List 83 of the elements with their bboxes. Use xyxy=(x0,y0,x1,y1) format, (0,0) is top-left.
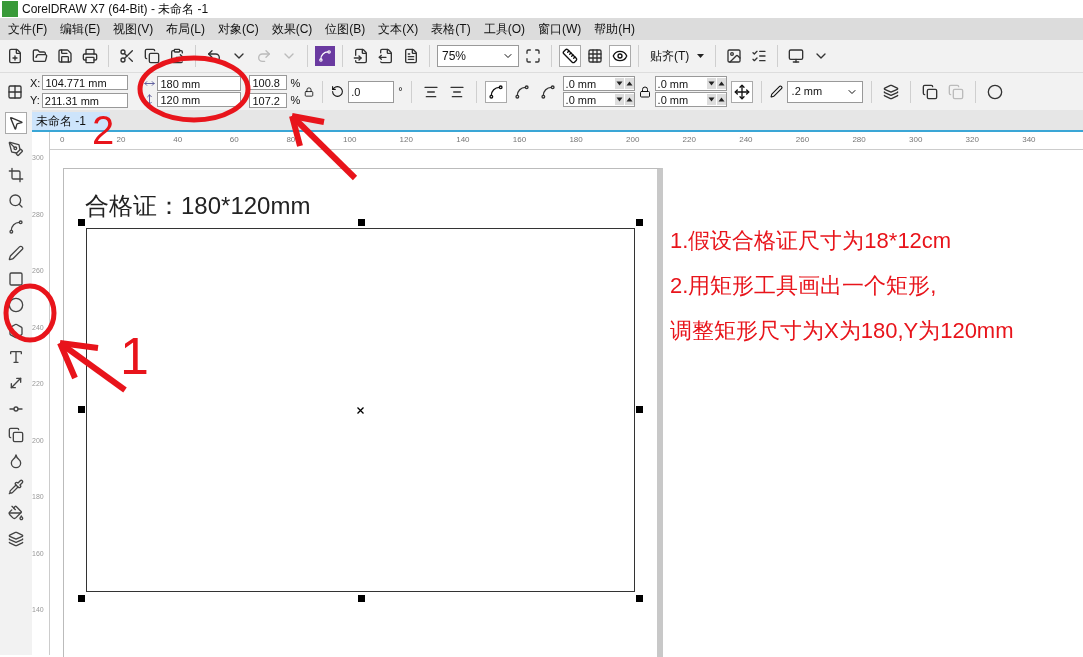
rotate-icon xyxy=(331,85,345,98)
width-field[interactable]: 180 mm xyxy=(157,76,242,91)
ruler-label: 60 xyxy=(229,134,239,146)
app-launcher-icon[interactable] xyxy=(315,46,335,66)
menu-item[interactable]: 窗口(W) xyxy=(538,20,582,38)
pointer-icon[interactable] xyxy=(5,112,27,134)
selection-handle[interactable] xyxy=(78,595,85,602)
y-label: Y: xyxy=(30,93,40,108)
outline-pen-icon xyxy=(769,85,783,98)
guidelines-icon[interactable] xyxy=(609,45,631,67)
x-label: X: xyxy=(30,75,41,91)
annotation-marker: 1 xyxy=(120,330,149,382)
ruler-label: 20 xyxy=(116,134,126,146)
y-position-field[interactable]: 211.31 mm xyxy=(41,92,128,108)
selection-handle[interactable] xyxy=(78,219,85,226)
annotation-note: 调整矩形尺寸为X为180,Y为120mm xyxy=(670,317,1014,345)
selection-handle[interactable] xyxy=(636,219,643,226)
spin-field[interactable]: .0 mm xyxy=(654,76,727,91)
page-caption: 合格证：180*120mm xyxy=(85,191,311,221)
menu-item[interactable]: 效果(C) xyxy=(271,20,313,38)
ruler-icon[interactable] xyxy=(559,45,581,67)
menu-item[interactable]: 表格(T) xyxy=(431,20,471,38)
scale-corners-icon[interactable] xyxy=(730,80,753,103)
spin-field[interactable]: .0 mm xyxy=(562,76,635,91)
width-icon xyxy=(144,78,156,89)
annotation-note: 1.假设合格证尺寸为18*12cm xyxy=(670,227,953,255)
spin-down-icon[interactable] xyxy=(614,94,624,105)
round-corner-icon[interactable] xyxy=(484,80,507,103)
lock-icon[interactable] xyxy=(304,86,315,97)
selection-handle[interactable] xyxy=(636,595,643,602)
selection-handle[interactable] xyxy=(78,406,85,413)
ruler-label: 80 xyxy=(286,134,296,146)
percent-label: % xyxy=(290,75,301,91)
annotation-note: 2.用矩形工具画出一个矩形, xyxy=(670,272,938,300)
menu-item[interactable]: 视图(V) xyxy=(113,20,154,38)
spin-down-icon[interactable] xyxy=(706,94,716,105)
window-title: CorelDRAW X7 (64-Bit) - 未命名 -1 xyxy=(22,1,209,18)
ruler-label: 100 xyxy=(343,134,357,146)
selection-handle[interactable] xyxy=(636,406,643,413)
ruler-label: 140 xyxy=(456,134,470,146)
scale-y-field[interactable]: 107.2 xyxy=(249,92,288,108)
ruler-label: 300 xyxy=(909,134,923,146)
selection-handle[interactable] xyxy=(358,219,365,226)
menu-item[interactable]: 文件(F) xyxy=(8,20,48,38)
ruler-label: 0 xyxy=(60,134,65,146)
app-logo-icon xyxy=(2,1,18,17)
ruler-label: 280 xyxy=(852,134,866,146)
ruler-label: 220 xyxy=(682,134,696,146)
spin-down-icon[interactable] xyxy=(614,78,624,89)
annotation-arrow xyxy=(289,113,358,181)
spin-field[interactable]: .0 mm xyxy=(562,92,635,107)
rotation-field[interactable]: .0 xyxy=(348,80,395,103)
selection-handle[interactable] xyxy=(358,595,365,602)
percent-label: % xyxy=(290,93,301,108)
degree-label: ° xyxy=(398,84,403,100)
menu-item[interactable]: 帮助(H) xyxy=(594,20,635,38)
spin-field[interactable]: .0 mm xyxy=(654,92,727,107)
menu-item[interactable]: 工具(O) xyxy=(483,20,525,38)
lock-icon[interactable] xyxy=(638,85,651,98)
menu-item[interactable]: 对象(C) xyxy=(218,20,259,38)
annotation-ellipse xyxy=(3,283,57,343)
outline-width-dropdown[interactable]: .2 mm xyxy=(786,80,863,103)
ruler-label: 260 xyxy=(795,134,810,146)
ruler-label: 180 xyxy=(569,134,583,146)
snap-dropdown[interactable]: 贴齐(T) xyxy=(646,47,709,65)
scale-x-field[interactable]: 100.8 xyxy=(249,75,288,91)
menu-item[interactable]: 编辑(E) xyxy=(60,20,101,38)
x-position-field[interactable]: 104.771 mm xyxy=(42,75,129,91)
center-mark-icon xyxy=(357,407,364,414)
zoom-dropdown[interactable]: 75% xyxy=(437,45,519,67)
ruler-label: 340 xyxy=(1022,134,1036,146)
ruler-label: 120 xyxy=(399,134,413,146)
ruler-label: 240 xyxy=(739,134,753,146)
ruler-label: 160 xyxy=(512,134,527,146)
menu-item[interactable]: 布局(L) xyxy=(166,20,205,38)
ruler-label: 320 xyxy=(965,134,979,146)
caret-icon xyxy=(697,54,705,58)
spin-down-icon[interactable] xyxy=(706,78,716,89)
menu-item[interactable]: 文本(X) xyxy=(378,20,419,38)
height-field[interactable]: 120 mm xyxy=(157,92,242,107)
menu-item[interactable]: 位图(B) xyxy=(325,20,366,38)
ruler-label: 200 xyxy=(626,134,640,146)
ruler-label: 40 xyxy=(173,134,183,146)
